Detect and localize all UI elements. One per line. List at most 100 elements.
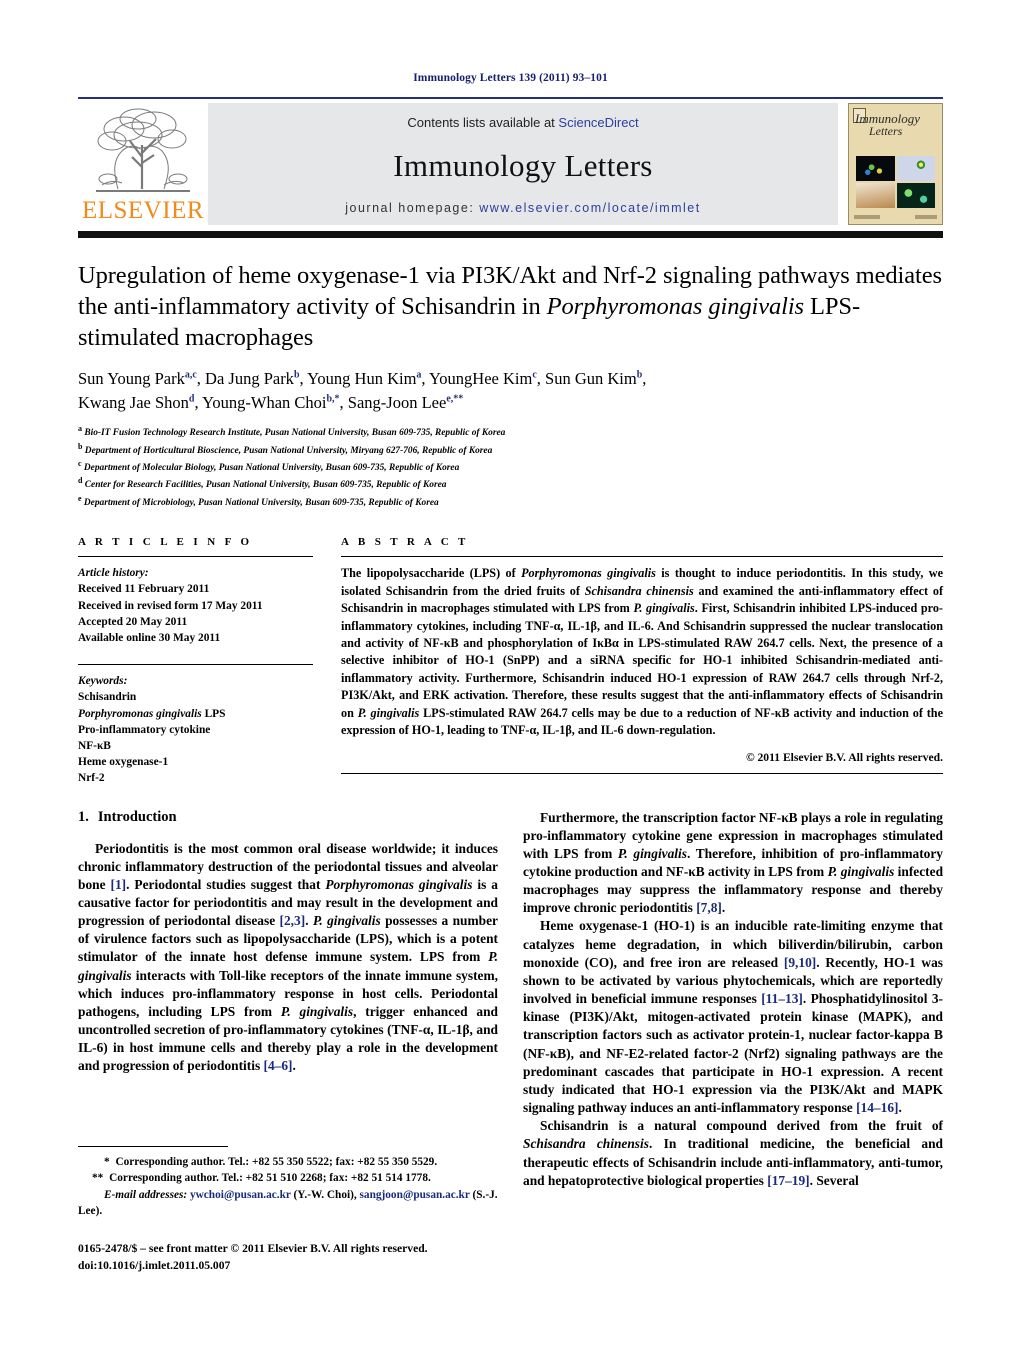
cover-footer-mark-right — [915, 214, 937, 219]
contents-prefix: Contents lists available at — [407, 115, 559, 130]
email-link-2[interactable]: sangjoon@pusan.ac.kr — [360, 1189, 470, 1201]
affiliation-item: a Bio-IT Fusion Technology Research Inst… — [78, 423, 943, 440]
author-6: Kwang Jae Shon — [78, 393, 189, 413]
journal-banner: Contents lists available at ScienceDirec… — [208, 103, 838, 225]
history-online: Available online 30 May 2011 — [78, 632, 221, 645]
keyword-item: Porphyromonas gingivalis LPS — [78, 706, 313, 722]
keyword-item: Schisandrin — [78, 691, 137, 704]
p1-italic-1: Porphyromonas gingivalis — [325, 876, 473, 892]
p1-seg-b: . Periodontal studies suggest that — [126, 876, 326, 892]
p4-seg-a: Schisandrin is a natural compound derive… — [540, 1118, 943, 1134]
intro-paragraph-2: Furthermore, the transcription factor NF… — [523, 809, 943, 918]
email-link-1[interactable]: ywchoi@pusan.ac.kr — [190, 1189, 291, 1201]
citation-ref[interactable]: [4–6] — [264, 1058, 293, 1073]
abstract-heading: A B S T R A C T — [341, 536, 469, 549]
keyword-item: Pro-inflammatory cytokine — [78, 723, 211, 736]
contents-available-line: Contents lists available at ScienceDirec… — [407, 115, 638, 130]
p1-seg-h: . — [292, 1058, 296, 1074]
abstract-seg-5: LPS-stimulated RAW 264.7 cells may be du… — [341, 705, 943, 738]
elsevier-wordmark: ELSEVIER — [81, 197, 205, 224]
citation-ref[interactable]: [14–16] — [856, 1100, 898, 1115]
issn-copyright-line: 0165-2478/$ – see front matter © 2011 El… — [78, 1241, 428, 1255]
article-history-label: Article history: — [78, 567, 149, 580]
citation-ref[interactable]: [11–13] — [761, 991, 803, 1006]
p1-italic-4: P. gingivalis — [280, 1003, 354, 1019]
abstract-italic-3: P. gingivalis — [633, 601, 695, 616]
doi-line[interactable]: doi:10.1016/j.imlet.2011.05.007 — [78, 1257, 498, 1274]
cover-micrograph-4 — [896, 183, 935, 208]
elsevier-logo: ELSEVIER — [78, 103, 208, 225]
journal-cover-thumbnail[interactable]: Immunology Letters — [848, 103, 943, 225]
citation-ref[interactable]: [9,10] — [784, 955, 816, 970]
keyword-item: Heme oxygenase-1 — [78, 756, 169, 769]
affiliation-mark: b — [78, 441, 83, 451]
affiliation-mark: a — [78, 424, 82, 434]
abstract-italic-2: Schisandra chinensis — [584, 583, 694, 598]
article-info-column: A R T I C L E I N F O Article history: R… — [78, 536, 313, 786]
affiliation-text: Bio-IT Fusion Technology Research Instit… — [84, 428, 506, 439]
keywords-label: Keywords: — [78, 675, 128, 688]
article-info-heading: A R T I C L E I N F O — [78, 536, 253, 549]
email-label: E-mail addresses: — [104, 1188, 188, 1201]
footnote-corresponding-1: * Corresponding author. Tel.: +82 55 350… — [78, 1154, 498, 1220]
intro-paragraph-3: Heme oxygenase-1 (HO-1) is an inducible … — [523, 917, 943, 1117]
imprint-block: 0165-2478/$ – see front matter © 2011 El… — [78, 1240, 498, 1275]
author-1: Sun Young Park — [78, 369, 185, 389]
author-sep-4: , Sun Gun Kim — [536, 369, 637, 389]
cover-title: Immunology Letters — [855, 112, 938, 137]
footnotes-block: * Corresponding author. Tel.: +82 55 350… — [78, 1146, 498, 1274]
section-heading-introduction: 1. Introduction — [78, 809, 498, 826]
p1-seg-d: . — [305, 913, 313, 929]
keywords-block: Keywords: Schisandrin Porphyromonas ging… — [78, 673, 313, 786]
abstract-text: The lipopolysaccharide (LPS) of Porphyro… — [341, 565, 943, 739]
cover-footer-mark-left — [854, 214, 880, 219]
sciencedirect-link[interactable]: ScienceDirect — [558, 115, 638, 130]
affiliation-text: Department of Molecular Biology, Pusan N… — [83, 463, 460, 474]
p4-italic-1: Schisandra chinensis — [523, 1136, 649, 1152]
cover-title-line2: Letters — [869, 124, 903, 138]
author-sep-1: , Da Jung Park — [196, 369, 294, 389]
masthead: ELSEVIER Contents lists available at Sci… — [78, 97, 943, 225]
body-column-left: 1. Introduction Periodontitis is the most… — [78, 809, 498, 1190]
citation-ref[interactable]: [2,3] — [280, 913, 306, 928]
affiliation-list: a Bio-IT Fusion Technology Research Inst… — [78, 423, 943, 510]
affiliation-text: Center for Research Facilities, Pusan Na… — [84, 480, 447, 491]
journal-title: Immunology Letters — [393, 147, 653, 183]
elsevier-tree-icon — [88, 105, 198, 197]
keyword-item: NF-κB — [78, 739, 111, 752]
affiliation-mark: d — [78, 476, 83, 486]
body-column-right: Furthermore, the transcription factor NF… — [523, 809, 943, 1190]
affiliation-text: Department of Horticultural Bioscience, … — [84, 445, 493, 456]
citation-ref[interactable]: [7,8] — [696, 900, 722, 915]
cover-footer — [854, 211, 937, 222]
history-accepted: Accepted 20 May 2011 — [78, 615, 188, 628]
author-sep-7: , Sang-Joon Lee — [339, 393, 447, 413]
title-block: Upregulation of heme oxygenase-1 via PI3… — [78, 260, 943, 510]
affiliation-text: Department of Microbiology, Pusan Nation… — [83, 497, 439, 508]
citation-ref[interactable]: [17–19] — [767, 1173, 809, 1188]
footnote-rule — [78, 1146, 228, 1147]
abstract-italic-1: Porphyromonas gingivalis — [521, 566, 656, 581]
keyword-item: Nrf-2 — [78, 772, 105, 785]
title-species-name: Porphyromonas gingivalis — [546, 293, 804, 321]
citation-ref[interactable]: [1] — [111, 877, 127, 892]
footnote-text: Corresponding author. Tel.: +82 55 350 5… — [112, 1156, 438, 1168]
cover-image-grid — [856, 156, 935, 208]
info-abstract-section: A R T I C L E I N F O Article history: R… — [78, 536, 943, 786]
p2-seg-d: . — [721, 900, 726, 916]
author-sep-2: , Young Hun Kim — [299, 369, 417, 389]
article-info-rule — [78, 556, 313, 558]
running-head: Immunology Letters 139 (2011) 93–101 — [413, 72, 608, 84]
footnote-text: Corresponding author. Tel.: +82 51 510 2… — [106, 1172, 431, 1185]
p1-italic-2: P. gingivalis — [312, 913, 381, 929]
email-owner-1: (Y.-W. Choi), — [290, 1188, 360, 1201]
author-sep-3: , YoungHee Kim — [421, 369, 533, 389]
footnote-marker: * — [104, 1156, 110, 1168]
abstract-italic-4: P. gingivalis — [357, 705, 420, 720]
journal-homepage-link[interactable]: www.elsevier.com/locate/immlet — [479, 201, 700, 215]
journal-homepage-line: journal homepage: www.elsevier.com/locat… — [345, 201, 700, 215]
cover-micrograph-2 — [896, 156, 935, 181]
section-number: 1. — [78, 808, 89, 825]
affiliation-item: d Center for Research Facilities, Pusan … — [78, 475, 943, 492]
author-8-affil-mark: e,** — [446, 393, 464, 405]
